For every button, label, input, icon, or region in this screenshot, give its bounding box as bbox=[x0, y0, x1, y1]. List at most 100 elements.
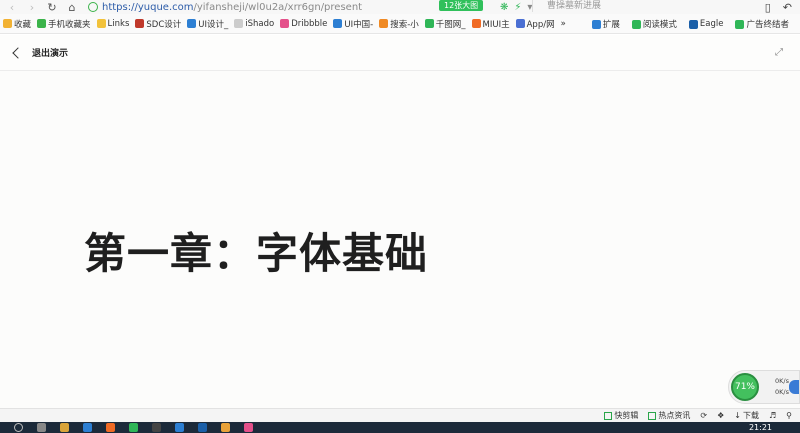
bookmark-label: » bbox=[560, 18, 566, 29]
windows-start-icon[interactable] bbox=[14, 423, 23, 432]
toolbar-item-2[interactable]: Eagle bbox=[688, 19, 724, 29]
taskbar-clock: 21:21 bbox=[748, 423, 772, 432]
undo-icon[interactable]: ↶ bbox=[783, 1, 792, 14]
bookmark-9[interactable]: 千图网_ bbox=[424, 18, 466, 30]
browser-tools: ▯ ↶ bbox=[765, 0, 792, 14]
bookmark-label: 广告终结者 bbox=[746, 20, 789, 30]
bookmark-icon bbox=[333, 19, 343, 28]
bookmark-icon bbox=[37, 19, 47, 28]
bookmark-icon bbox=[688, 19, 698, 29]
url-path: /yifansheji/wl0u2a/xrr6gn/present bbox=[193, 1, 363, 13]
search-input[interactable]: 曹操墓新进展 bbox=[532, 0, 712, 12]
app-icon[interactable] bbox=[221, 423, 230, 432]
exit-presentation-button[interactable]: 退出演示 bbox=[32, 46, 68, 59]
bookmark-5[interactable]: iShado bbox=[234, 19, 274, 29]
volume-icon[interactable]: ♬ bbox=[769, 411, 776, 420]
bookmark-icon bbox=[234, 19, 244, 28]
bookmark-label: 阅读模式 bbox=[642, 20, 677, 30]
secure-lock-icon bbox=[88, 2, 98, 12]
bookmark-label: Links bbox=[107, 18, 130, 29]
memory-percent: 71% bbox=[731, 373, 759, 401]
settings-icon[interactable]: ❋ bbox=[500, 2, 508, 13]
bookmark-8[interactable]: 搜索-小 bbox=[379, 18, 419, 30]
lightning-icon[interactable]: ⚡ bbox=[514, 2, 521, 13]
url-field[interactable]: https://yuque.com/yifansheji/wl0u2a/xrr6… bbox=[88, 0, 362, 14]
toolbar-item-1[interactable]: 阅读模式 bbox=[631, 18, 677, 30]
file-explorer-icon[interactable] bbox=[60, 423, 69, 432]
bookmark-icon bbox=[631, 19, 641, 29]
bookmark-label: UI设计_ bbox=[198, 19, 229, 30]
image-count-badge[interactable]: 12张大图 bbox=[439, 0, 484, 11]
browser-status-bar: 快剪辑 热点资讯 ⟳ ❖ ↓ 下载 ♬ ⚲ bbox=[0, 408, 800, 422]
bookmark-icon bbox=[96, 19, 106, 28]
task-view-icon[interactable] bbox=[37, 423, 46, 432]
bookmark-label: 收藏 bbox=[14, 19, 32, 30]
bookmark-label: Eagle bbox=[699, 19, 724, 29]
bookmark-10[interactable]: MIUI主 bbox=[471, 18, 510, 30]
bookmark-icon bbox=[280, 19, 290, 28]
app-icon[interactable] bbox=[198, 423, 207, 432]
bookmark-label: App/网 bbox=[526, 19, 555, 30]
download-icon: ↓ bbox=[734, 411, 741, 420]
hot-news-button[interactable]: 热点资讯 bbox=[648, 410, 690, 421]
slide-title: 第一章：字体基础 bbox=[84, 229, 429, 278]
bookmark-2[interactable]: Links bbox=[96, 18, 130, 29]
tablet-icon[interactable]: ▯ bbox=[765, 1, 771, 14]
refresh-icon[interactable]: ↻ bbox=[44, 0, 60, 14]
zoom-icon[interactable]: ⚲ bbox=[786, 411, 792, 420]
bookmarks-bar-right: 扩展 阅读模式 Eagle 广告终结者 bbox=[591, 14, 795, 34]
bookmark-icon bbox=[379, 19, 389, 28]
bookmark-icon bbox=[424, 19, 434, 28]
windows-taskbar bbox=[0, 422, 800, 433]
bookmark-label: MIUI主 bbox=[482, 19, 510, 30]
pin-icon[interactable]: ❖ bbox=[717, 411, 724, 420]
bookmark-4[interactable]: UI设计_ bbox=[187, 18, 228, 30]
address-bar-icons: ❋ ⚡ ▾ bbox=[500, 0, 532, 14]
home-icon[interactable]: ⌂ bbox=[64, 0, 80, 14]
bookmark-label: UI中国- bbox=[344, 19, 374, 30]
bookmark-label: SDC设计 bbox=[146, 19, 182, 30]
url-host: https://yuque.com bbox=[102, 1, 194, 13]
widget-toggle[interactable] bbox=[789, 380, 799, 394]
network-speed-widget[interactable]: 71% 0K/s 0K/s bbox=[728, 370, 800, 404]
bookmark-icon bbox=[187, 19, 197, 28]
upload-speed: 0K/s bbox=[775, 377, 789, 385]
bookmark-3[interactable]: SDC设计 bbox=[135, 18, 181, 30]
bookmark-11[interactable]: App/网 bbox=[515, 18, 555, 30]
back-arrow-icon[interactable] bbox=[12, 46, 24, 59]
sync-icon[interactable]: ⟳ bbox=[700, 411, 707, 420]
bookmark-label: iShado bbox=[245, 18, 275, 29]
bookmark-label: 扩展 bbox=[602, 20, 620, 30]
bookmark-12[interactable]: » bbox=[561, 19, 566, 29]
app-icon[interactable] bbox=[152, 423, 161, 432]
bookmark-icon bbox=[591, 19, 601, 29]
bookmark-icon bbox=[735, 19, 745, 29]
slide-canvas: 第一章：字体基础 bbox=[0, 71, 800, 408]
quick-edit-button[interactable]: 快剪辑 bbox=[604, 410, 638, 421]
bookmark-0[interactable]: 收藏 bbox=[3, 18, 31, 30]
fullscreen-icon[interactable]: ⤢ bbox=[775, 48, 784, 58]
bookmark-1[interactable]: 手机收藏夹 bbox=[37, 18, 91, 30]
bookmark-icon bbox=[471, 19, 481, 28]
bookmark-label: Dribbble bbox=[291, 18, 328, 29]
bookmark-icon bbox=[515, 19, 525, 28]
app-icon[interactable] bbox=[175, 423, 184, 432]
bookmark-6[interactable]: Dribbble bbox=[280, 19, 327, 29]
download-button[interactable]: ↓ 下载 bbox=[734, 410, 759, 421]
browser-taskbar-icon[interactable] bbox=[129, 423, 138, 432]
bookmark-label: 搜索-小 bbox=[390, 19, 419, 30]
app-icon[interactable] bbox=[83, 423, 92, 432]
clip-icon bbox=[604, 411, 613, 420]
back-button[interactable]: ‹ bbox=[4, 0, 20, 14]
app-icon[interactable] bbox=[244, 423, 253, 432]
toolbar-item-3[interactable]: 广告终结者 bbox=[735, 18, 789, 30]
presentation-header: 退出演示 ⤢ bbox=[0, 35, 800, 71]
forward-button[interactable]: › bbox=[24, 0, 40, 14]
toolbar-item-0[interactable]: 扩展 bbox=[591, 18, 620, 30]
app-icon[interactable] bbox=[106, 423, 115, 432]
bookmark-icon bbox=[135, 19, 145, 28]
bookmark-7[interactable]: UI中国- bbox=[333, 18, 373, 30]
bookmark-icon bbox=[3, 19, 12, 28]
bookmark-label: 手机收藏夹 bbox=[48, 19, 91, 30]
download-speed: 0K/s bbox=[775, 388, 789, 396]
